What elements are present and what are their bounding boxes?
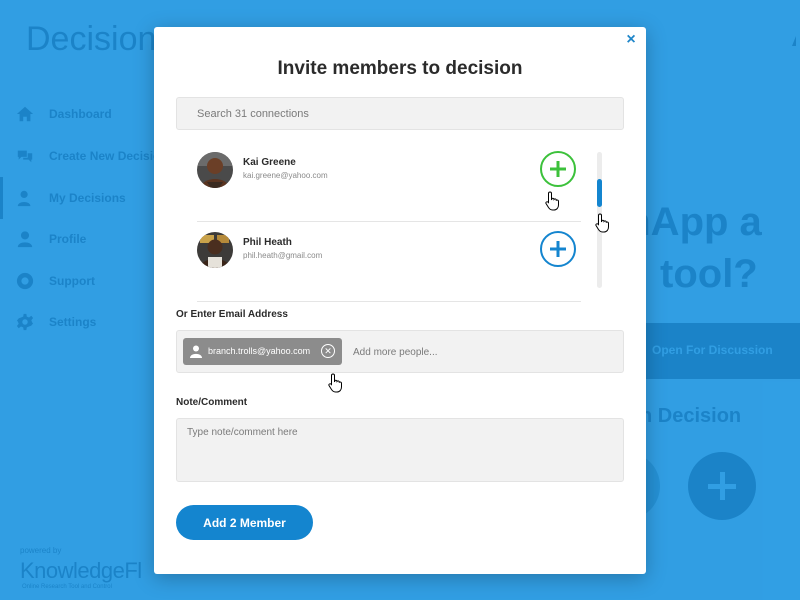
hand-cursor-icon [545, 191, 559, 211]
member-email: phil.heath@gmail.com [243, 251, 323, 260]
avatar [197, 232, 233, 268]
email-tags-field[interactable]: branch.trolls@yahoo.com ✕ [176, 330, 624, 373]
hand-cursor-icon [328, 373, 342, 393]
plus-icon [550, 241, 566, 257]
avatar [197, 152, 233, 188]
email-section-label: Or Enter Email Address [176, 309, 288, 320]
email-chip: branch.trolls@yahoo.com ✕ [183, 338, 342, 365]
note-comment-textarea[interactable] [176, 418, 624, 482]
member-name: Phil Heath [243, 237, 292, 248]
member-email: kai.greene@yahoo.com [243, 171, 328, 180]
email-chip-label: branch.trolls@yahoo.com [208, 346, 311, 356]
hand-cursor-icon [595, 213, 609, 233]
list-item: Kai Greene kai.greene@yahoo.com [197, 142, 581, 222]
scrollbar-thumb[interactable] [597, 179, 602, 207]
member-name: Kai Greene [243, 157, 296, 168]
add-member-button[interactable] [540, 231, 576, 267]
list-item: Phil Heath phil.heath@gmail.com [197, 222, 581, 302]
close-icon[interactable]: × [624, 32, 638, 48]
add-member-button[interactable] [540, 151, 576, 187]
user-icon [190, 345, 202, 358]
note-section-label: Note/Comment [176, 397, 248, 408]
search-connections-input[interactable] [176, 97, 624, 130]
plus-icon [550, 161, 566, 177]
remove-chip-icon[interactable]: ✕ [321, 344, 335, 358]
modal-title: Invite members to decision [277, 58, 523, 79]
add-email-input[interactable] [353, 343, 613, 361]
member-list: Kai Greene kai.greene@yahoo.com Phil Hea… [176, 142, 606, 302]
invite-members-modal: × Invite members to decision Kai Greene … [154, 27, 646, 574]
add-members-button[interactable]: Add 2 Member [176, 505, 313, 540]
